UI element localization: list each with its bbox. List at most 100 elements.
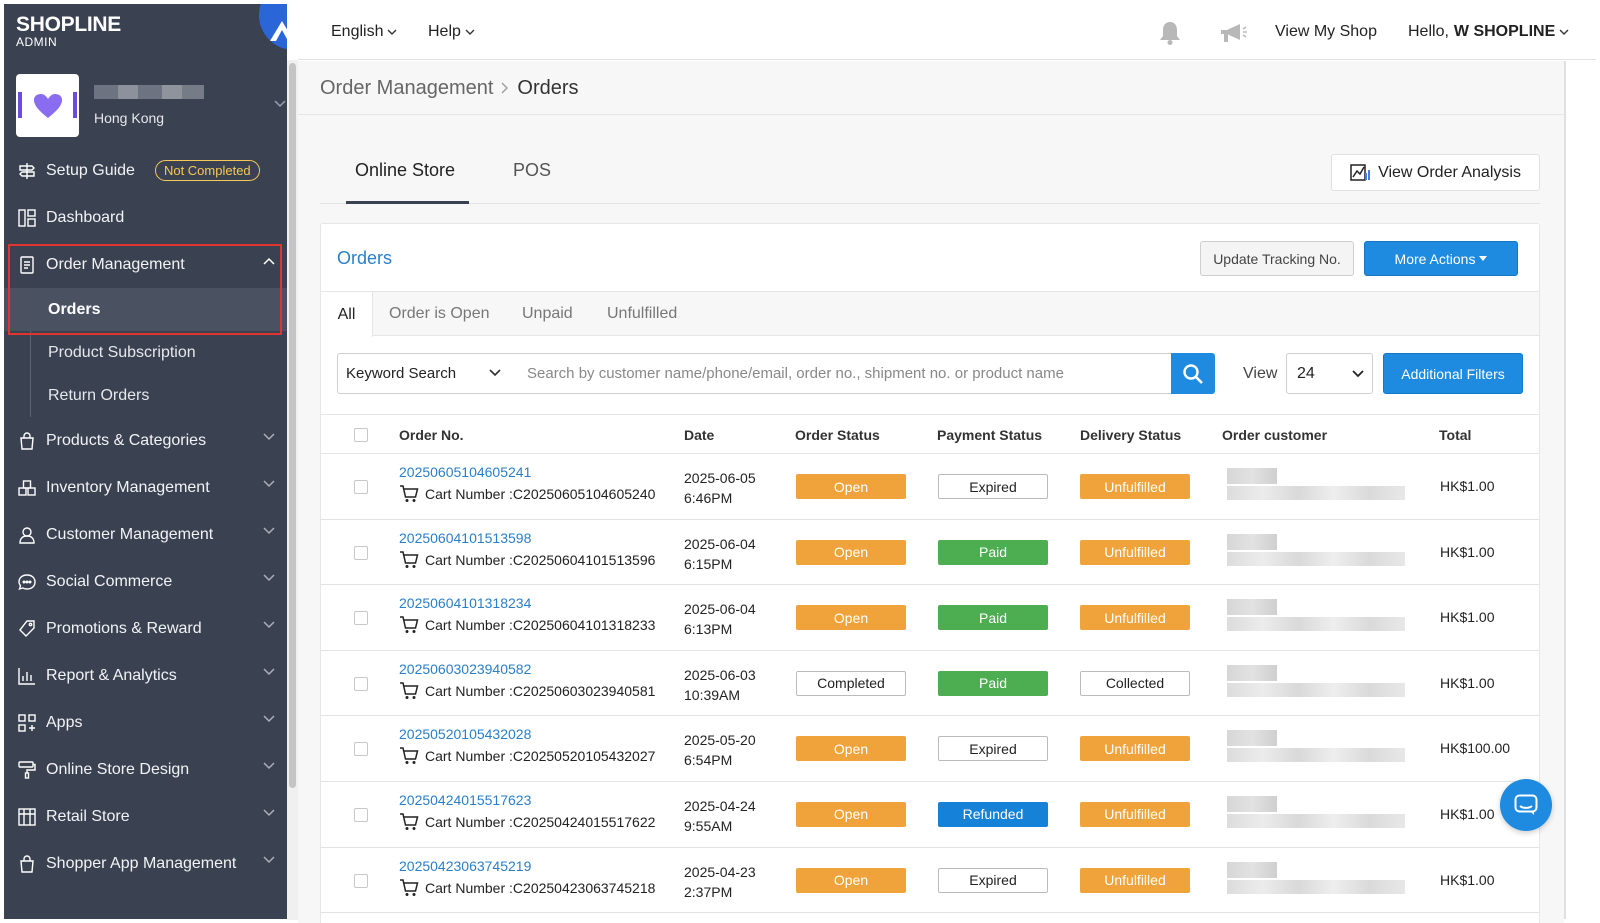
bell-icon [1160,22,1180,45]
sidebar-item-social-commerce[interactable]: Social Commerce [4,558,287,605]
user-menu[interactable]: Hello, W SHOPLINE [1408,23,1569,41]
cart-icon [400,682,419,699]
cart-number-prefix: Cart Number : [425,748,513,765]
tab-all[interactable]: All [321,292,373,337]
delivery-status-badge: Unfulfilled [1080,539,1190,565]
tab-unfulfilled[interactable]: Unfulfilled [607,292,677,336]
update-tracking-button[interactable]: Update Tracking No. [1200,241,1354,276]
row-checkbox[interactable] [354,742,368,757]
language-dropdown[interactable]: English [331,23,397,41]
store-switcher[interactable]: Hong Kong [16,74,286,138]
order-number-link[interactable]: 20250605104605241 [399,464,531,480]
chevron-down-icon [263,433,275,441]
megaphone-icon [1221,24,1247,42]
order-date-time: 2:37PM [684,883,733,900]
row-checkbox[interactable] [354,545,368,560]
order-number-link[interactable]: 20250424015517623 [399,792,531,808]
table-row[interactable]: 20250604101513598 Cart Number : C20250604… [321,520,1539,586]
greeting-text: Hello, [1408,23,1449,40]
tab-pos[interactable]: POS [513,160,551,181]
order-date-time: 6:15PM [684,555,733,572]
row-checkbox[interactable] [354,611,368,626]
sidebar-item-apps[interactable]: Apps [4,699,287,746]
cart-number-value: C20250604101513596 [512,551,656,568]
page-size-select[interactable]: 24 [1286,353,1373,394]
additional-filters-button[interactable]: Additional Filters [1383,353,1523,394]
cart-number: Cart Number : C20250605104605240 [399,485,655,503]
select-all-checkbox[interactable] [354,428,368,442]
table-row[interactable]: 20250424015517623 Cart Number : C20250424… [321,782,1539,848]
sidebar-item-label: Customer Management [46,525,214,543]
order-number-link[interactable]: 20250603023940582 [399,661,531,677]
sidebar-item-report-analytics[interactable]: Report & Analytics [4,652,287,699]
order-status-badge: Open [796,605,906,631]
table-row[interactable]: 20250423063745219 Cart Number : C20250423… [321,848,1539,914]
row-checkbox[interactable] [354,480,368,494]
sidebar-item-setup-guide[interactable]: Setup Guide Not Completed [4,147,287,194]
column-header-payment-status: Payment Status [937,427,1043,443]
chevron-down-icon [263,715,275,723]
sidebar-item-order-management[interactable]: Order Management [4,241,287,288]
page-size-value: 24 [1297,364,1315,382]
sidebar-item-label: Inventory Management [46,478,210,496]
table-body: 20250605104605241 Cart Number : C20250605… [321,454,1539,914]
column-header-delivery-status: Delivery Status [1080,427,1182,443]
table-row[interactable]: 20250520105432028 Cart Number : C20250520… [321,716,1539,782]
brand-logo[interactable]: SHOPLINE ADMIN [16,14,121,49]
cart-number: Cart Number : C20250603023940581 [399,682,655,700]
sidebar-subitem-return-orders[interactable]: Return Orders [4,374,287,417]
sidebar-scrollbar[interactable] [287,60,298,920]
column-header-order-no: Order No. [399,427,464,443]
order-status-badge: Completed [796,670,906,696]
order-number-link[interactable]: 20250520105432028 [399,726,531,742]
tab-online-store[interactable]: Online Store [355,160,455,181]
order-status-badge: Open [796,867,906,893]
sidebar-item-products-categories[interactable]: Products & Categories [4,417,287,464]
chevron-down-icon [263,668,275,676]
order-date: 2025-06-03 10:39AM [684,665,756,705]
sidebar-subitem-orders[interactable]: Orders [4,288,287,331]
row-checkbox[interactable] [354,807,368,822]
keyword-search-select[interactable]: Keyword Search [337,353,512,394]
table-row[interactable]: 20250604101318234 Cart Number : C20250604… [321,585,1539,651]
sidebar-item-dashboard[interactable]: Dashboard [4,194,287,241]
row-checkbox[interactable] [354,676,368,691]
scrollbar-thumb[interactable] [289,63,296,788]
order-date-time: 10:39AM [684,686,741,703]
payment-status-badge: Expired [938,474,1048,499]
search-input[interactable] [511,353,1172,394]
sidebar-item-promotions-reward[interactable]: Promotions & Reward [4,605,287,652]
cart-number-value: C20250603023940581 [512,682,656,699]
order-number-link[interactable]: 20250604101513598 [399,530,531,546]
sidebar-item-retail-store[interactable]: Retail Store [4,793,287,840]
view-my-shop-link[interactable]: View My Shop [1275,23,1377,41]
table-row[interactable]: 20250603023940582 Cart Number : C20250603… [321,651,1539,717]
tab-order-is-open[interactable]: Order is Open [389,292,489,336]
help-dropdown[interactable]: Help [428,23,475,41]
main-content: Order Management Orders Online Store POS… [298,61,1564,923]
announcements-button[interactable] [1214,21,1248,45]
sidebar-item-online-store-design[interactable]: Online Store Design [4,746,287,793]
sidebar-nav: Setup Guide Not Completed Dashboard Orde… [4,147,287,887]
breadcrumb-parent[interactable]: Order Management [320,77,493,100]
tag-icon [16,618,38,640]
sidebar-subitem-product-subscription[interactable]: Product Subscription [4,331,287,374]
notifications-button[interactable] [1154,20,1182,46]
sidebar-item-customer-management[interactable]: Customer Management [4,511,287,558]
payment-status-badge: Paid [938,605,1048,631]
order-number-link[interactable]: 20250423063745219 [399,858,531,874]
table-row[interactable]: 20250605104605241 Cart Number : C20250605… [321,454,1539,520]
order-number-link[interactable]: 20250604101318234 [399,595,531,611]
chevron-down-icon [465,29,475,35]
table-header: Order No. Date Order Status Payment Stat… [321,414,1539,454]
sidebar-item-label: Apps [46,713,83,731]
view-order-analysis-button[interactable]: View Order Analysis [1331,154,1540,191]
more-actions-button[interactable]: More Actions [1364,241,1518,276]
row-checkbox[interactable] [354,873,368,888]
column-header-order-status: Order Status [795,427,880,443]
live-chat-button[interactable] [1500,779,1552,831]
tab-unpaid[interactable]: Unpaid [522,292,573,336]
sidebar-item-shopper-app-management[interactable]: Shopper App Management [4,840,287,887]
sidebar-item-inventory-management[interactable]: Inventory Management [4,464,287,511]
search-button[interactable] [1171,353,1215,394]
